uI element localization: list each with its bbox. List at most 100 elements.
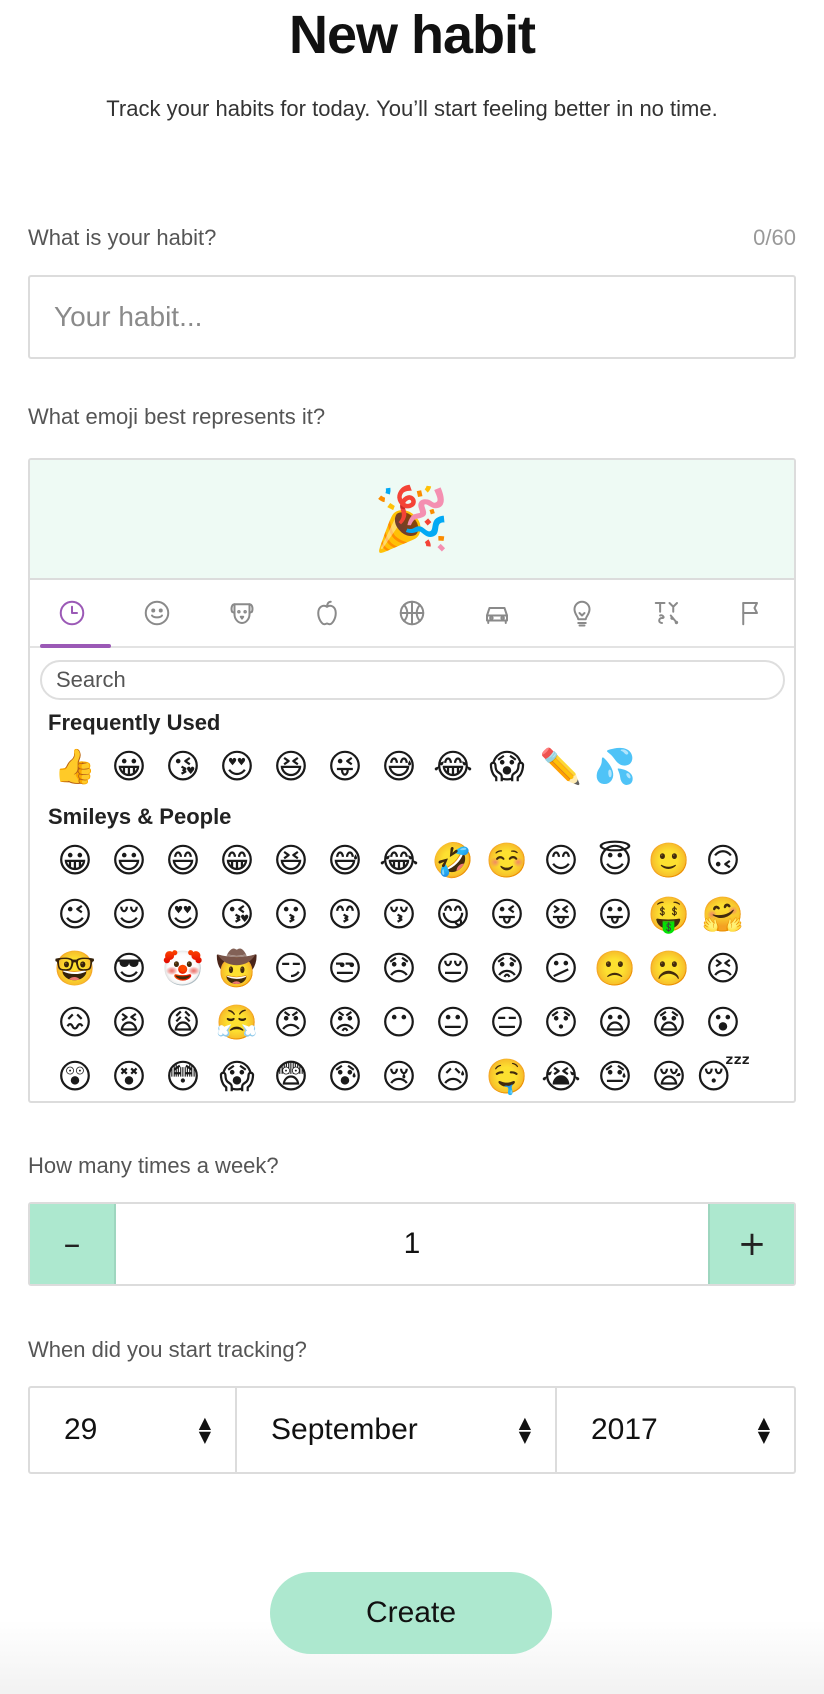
habit-input[interactable] (28, 275, 796, 359)
emoji-option[interactable]: 😐 (426, 996, 480, 1050)
basketball-icon (399, 600, 425, 626)
emoji-option[interactable]: 👍 (48, 740, 102, 794)
emoji-option[interactable]: 😆 (264, 740, 318, 794)
tab-frequently-used[interactable] (30, 580, 115, 648)
emoji-option[interactable]: 😭 (534, 1050, 588, 1101)
emoji-option[interactable]: 😯 (534, 996, 588, 1050)
tab-activity[interactable] (370, 580, 455, 646)
decrement-button[interactable]: – (30, 1204, 116, 1284)
emoji-option[interactable]: 🙃 (696, 834, 750, 888)
tab-symbols[interactable] (624, 580, 709, 646)
emoji-option[interactable]: 😒 (318, 942, 372, 996)
emoji-option[interactable]: 😌 (102, 888, 156, 942)
frequency-value[interactable]: 1 (116, 1204, 708, 1284)
emoji-option[interactable]: 😧 (642, 996, 696, 1050)
emoji-option[interactable]: 🤣 (426, 834, 480, 888)
month-select[interactable]: September ▲ ▼ (235, 1388, 555, 1472)
emoji-option[interactable]: 😲 (48, 1050, 102, 1101)
emoji-option[interactable]: 😃 (102, 834, 156, 888)
emoji-option[interactable]: 😏 (264, 942, 318, 996)
emoji-option[interactable]: 😜 (480, 888, 534, 942)
year-select[interactable]: 2017 ▲ ▼ (555, 1388, 794, 1472)
emoji-option[interactable]: 😚 (372, 888, 426, 942)
emoji-option[interactable]: 😂 (372, 834, 426, 888)
selected-emoji: 🎉 (373, 484, 451, 554)
emoji-option[interactable]: 😘 (210, 888, 264, 942)
emoji-option[interactable]: 😫 (102, 996, 156, 1050)
emoji-option[interactable]: 😴 (696, 1050, 751, 1101)
day-select[interactable]: 29 ▲ ▼ (30, 1388, 235, 1472)
emoji-option[interactable]: 😵 (102, 1050, 156, 1101)
emoji-option[interactable]: 😕 (534, 942, 588, 996)
emoji-option[interactable]: 😙 (318, 888, 372, 942)
emoji-option[interactable]: 😞 (372, 942, 426, 996)
emoji-option[interactable]: 😳 (156, 1050, 210, 1101)
emoji-option[interactable]: 😅 (318, 834, 372, 888)
emoji-option[interactable]: 🤡 (156, 942, 210, 996)
emoji-option[interactable]: 😉 (48, 888, 102, 942)
emoji-option[interactable]: 😜 (318, 740, 372, 794)
tab-food-drink[interactable] (285, 580, 370, 646)
emoji-option[interactable]: 💦 (588, 740, 642, 794)
emoji-search-input[interactable] (40, 660, 785, 700)
emoji-option[interactable]: 😩 (156, 996, 210, 1050)
emoji-option[interactable]: 😠 (264, 996, 318, 1050)
emoji-option[interactable]: 😔 (426, 942, 480, 996)
selected-emoji-preview: 🎉 (30, 460, 794, 580)
emoji-option[interactable]: 😆 (264, 834, 318, 888)
emoji-option[interactable]: 🙁 (588, 942, 642, 996)
emoji-option[interactable]: 😢 (372, 1050, 426, 1101)
increment-button[interactable]: + (708, 1204, 794, 1284)
emoji-option[interactable]: 🙂 (642, 834, 696, 888)
create-button[interactable]: Create (270, 1572, 552, 1654)
emoji-option[interactable]: 😤 (210, 996, 264, 1050)
emoji-option[interactable]: 😮 (696, 996, 750, 1050)
emoji-option[interactable]: ☹️ (642, 942, 696, 996)
emoji-option[interactable]: 😄 (156, 834, 210, 888)
emoji-option[interactable]: 😀 (102, 740, 156, 794)
flag-icon (741, 602, 758, 626)
tab-flags[interactable] (709, 580, 794, 646)
emoji-option[interactable]: 🤑 (642, 888, 696, 942)
emoji-option[interactable]: 😶 (372, 996, 426, 1050)
tab-travel-places[interactable] (454, 580, 539, 646)
emoji-option[interactable]: 😪 (642, 1050, 696, 1101)
emoji-option[interactable]: 😁 (210, 834, 264, 888)
emoji-option[interactable]: 😛 (588, 888, 642, 942)
emoji-option[interactable]: 😱 (210, 1050, 264, 1101)
emoji-option[interactable]: 😋 (426, 888, 480, 942)
emoji-option[interactable]: 😨 (264, 1050, 318, 1101)
emoji-option[interactable]: 😣 (696, 942, 750, 996)
emoji-option[interactable]: 😘 (156, 740, 210, 794)
emoji-option[interactable]: 😍 (210, 740, 264, 794)
emoji-option[interactable]: 😖 (48, 996, 102, 1050)
emoji-option[interactable]: 😡 (318, 996, 372, 1050)
emoji-option[interactable]: 😅 (372, 740, 426, 794)
emoji-option[interactable]: 🤠 (210, 942, 264, 996)
emoji-option[interactable]: 😎 (102, 942, 156, 996)
emoji-option[interactable]: 😗 (264, 888, 318, 942)
emoji-option[interactable]: 😀 (48, 834, 102, 888)
lightbulb-icon (573, 600, 591, 627)
emoji-option[interactable]: ☺️ (480, 834, 534, 888)
emoji-option[interactable]: 😍 (156, 888, 210, 942)
emoji-option[interactable]: 😟 (480, 942, 534, 996)
emoji-picker: 🎉 Search Frequently Used 👍 😀 😘 😍 😆 😜 😅 😂… (28, 458, 796, 1103)
emoji-option[interactable]: ✏️ (534, 740, 588, 794)
emoji-option[interactable]: 😇 (588, 834, 642, 888)
emoji-option[interactable]: 🤓 (48, 942, 102, 996)
emoji-option[interactable]: 😦 (588, 996, 642, 1050)
emoji-option[interactable]: 😱 (480, 740, 534, 794)
tab-animals-nature[interactable] (200, 580, 285, 646)
tab-smileys-people[interactable] (115, 580, 200, 646)
emoji-option[interactable]: 🤗 (696, 888, 750, 942)
emoji-option[interactable]: 😝 (534, 888, 588, 942)
emoji-option[interactable]: 🤤 (480, 1050, 534, 1101)
emoji-option[interactable]: 😓 (588, 1050, 642, 1101)
tab-objects[interactable] (539, 580, 624, 646)
emoji-option[interactable]: 😊 (534, 834, 588, 888)
emoji-option[interactable]: 😥 (426, 1050, 480, 1101)
emoji-option[interactable]: 😰 (318, 1050, 372, 1101)
emoji-option[interactable]: 😂 (426, 740, 480, 794)
emoji-option[interactable]: 😑 (480, 996, 534, 1050)
